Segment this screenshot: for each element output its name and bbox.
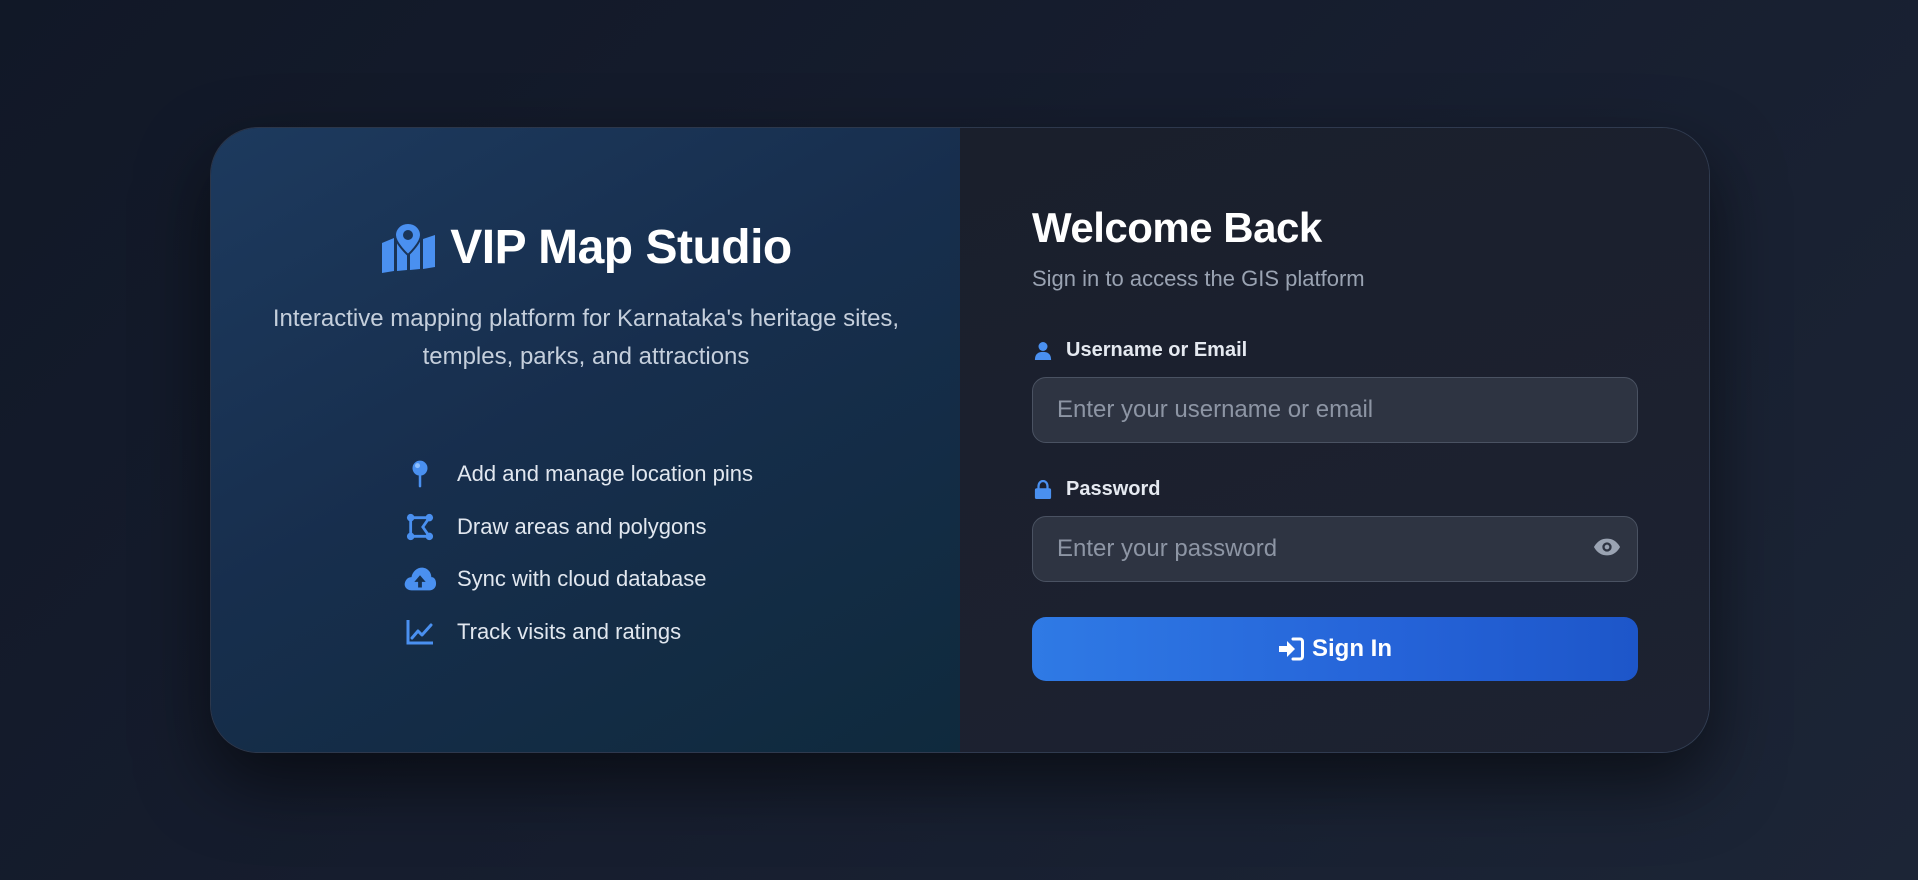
username-label: Username or Email bbox=[1032, 339, 1247, 362]
line-chart-icon bbox=[403, 615, 437, 649]
login-subtitle: Sign in to access the GIS platform bbox=[1032, 266, 1365, 291]
brand-panel: VIP Map Studio Interactive mapping platf… bbox=[211, 128, 960, 752]
user-icon bbox=[1032, 340, 1054, 362]
brand-title: VIP Map Studio bbox=[450, 221, 792, 274]
brand-tagline: Interactive mapping platform for Karnata… bbox=[272, 305, 900, 370]
login-card: VIP Map Studio Interactive mapping platf… bbox=[210, 127, 1710, 753]
cloud-upload-icon bbox=[403, 562, 437, 596]
feature-label: Track visits and ratings bbox=[457, 618, 682, 644]
password-label: Password bbox=[1032, 478, 1160, 501]
polygon-icon bbox=[403, 510, 437, 544]
login-title: Welcome Back bbox=[1032, 204, 1322, 251]
map-location-icon bbox=[380, 221, 436, 273]
feature-label: Sync with cloud database bbox=[457, 566, 707, 592]
username-label-text: Username or Email bbox=[1066, 339, 1248, 361]
brand-header: VIP Map Studio bbox=[211, 220, 961, 275]
feature-item: Sync with cloud database bbox=[403, 553, 753, 606]
sign-in-icon bbox=[1278, 637, 1304, 661]
username-input[interactable] bbox=[1032, 377, 1638, 443]
password-input[interactable] bbox=[1032, 516, 1638, 582]
sign-in-button[interactable]: Sign In bbox=[1032, 617, 1638, 681]
lock-icon bbox=[1032, 479, 1054, 501]
feature-list: Add and manage location pins Draw areas … bbox=[403, 448, 753, 658]
password-label-text: Password bbox=[1066, 478, 1161, 500]
feature-label: Add and manage location pins bbox=[457, 461, 753, 487]
sign-in-label: Sign In bbox=[1312, 635, 1392, 662]
eye-icon[interactable] bbox=[1592, 532, 1622, 562]
feature-item: Track visits and ratings bbox=[403, 606, 753, 659]
login-panel: Welcome Back Sign in to access the GIS p… bbox=[960, 128, 1709, 752]
feature-label: Draw areas and polygons bbox=[457, 513, 707, 539]
feature-item: Draw areas and polygons bbox=[403, 501, 753, 554]
feature-item: Add and manage location pins bbox=[403, 448, 753, 501]
map-pin-icon bbox=[403, 457, 437, 491]
